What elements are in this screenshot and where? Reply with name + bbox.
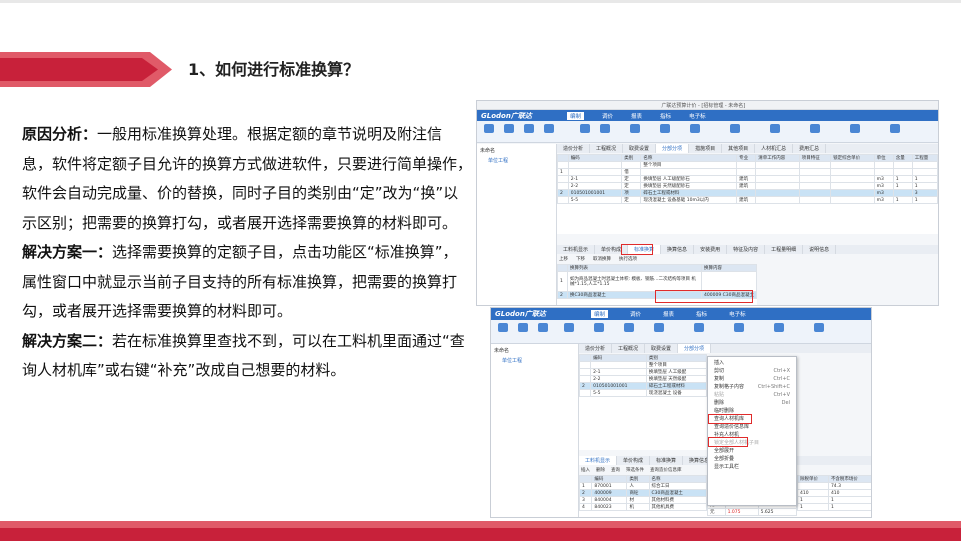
ribbon-toolbar <box>477 121 938 143</box>
project-tree: 未命名 单位工程 <box>477 144 557 305</box>
ctx-insert[interactable]: 插入 <box>708 359 796 367</box>
highlight-supplement-material <box>708 437 748 447</box>
page-title: 1、如何进行标准换算？ <box>188 60 360 79</box>
material-grid: 编码 类别 名称 1 870001 人综合工日 2 400009 商砼 C30商品混凝土 38… <box>578 475 708 517</box>
context-menu: 插入 剪切 Ctrl+X 复制 Ctrl+C 复制格子内容 Ctrl+Shift+C … <box>707 356 797 506</box>
paragraph-solution-1: 解决方案一：选择需要换算的定额子目，点击功能区“标准换算”，属性窗口中就显示当前… <box>22 243 458 320</box>
highlight-query-material-lib <box>708 414 752 424</box>
ctx-expand-all[interactable]: 全部展开 <box>708 447 796 455</box>
footer-bar <box>0 521 961 541</box>
highlight-material-select <box>655 290 753 303</box>
software-screenshot-standard-conversion: 广联达预算计价 - [招标管理 - 未命名] GLodon广联达 编制 调价 报… <box>476 100 939 306</box>
ctx-copy[interactable]: 复制 Ctrl+C <box>708 375 796 383</box>
ctx-delete[interactable]: 删除 Del <box>708 399 796 407</box>
glodon-logo: GLodon广联达 <box>481 112 532 120</box>
ctx-cut[interactable]: 剪切 Ctrl+X <box>708 367 796 375</box>
item-grid: 编码 类别 名称 专业 清单工作内容 项目特征 锁定综合单价 单位 含量 工程量 整个项目 1借 … <box>557 154 938 234</box>
title-arrow-banner <box>0 52 172 87</box>
ctx-copy-cell[interactable]: 复制格子内容 Ctrl+Shift+C <box>708 383 796 391</box>
paragraph-cause: 原因分析：一般用标准换算处理。根据定额的章节说明及附注信息，软件将定额子目允许的… <box>22 125 473 232</box>
ctx-paste[interactable]: 粘贴 Ctrl+V <box>708 391 796 399</box>
top-divider <box>0 0 961 3</box>
ctx-query-price-lib[interactable]: 查询造价信息库 <box>708 423 796 431</box>
ctx-show-toolbar[interactable]: 显示工具栏 <box>708 463 796 471</box>
highlight-standard-conversion <box>621 244 653 255</box>
paragraph-solution-2: 解决方案二：若在标准换算里查找不到，可以在工料机里面通过“查询人材机库”或右键“… <box>22 331 465 380</box>
menu-edit: 编制 <box>567 112 585 120</box>
software-screenshot-context-menu: GLodon广联达 编制 调价 报表 指标 电子标 未命名 单位工程 造价分析 … <box>490 307 872 518</box>
ctx-collapse-all[interactable]: 全部折叠 <box>708 455 796 463</box>
body-text: 原因分析：一般用标准换算处理。根据定额的章节说明及附注信息，软件将定额子目允许的… <box>22 120 472 386</box>
